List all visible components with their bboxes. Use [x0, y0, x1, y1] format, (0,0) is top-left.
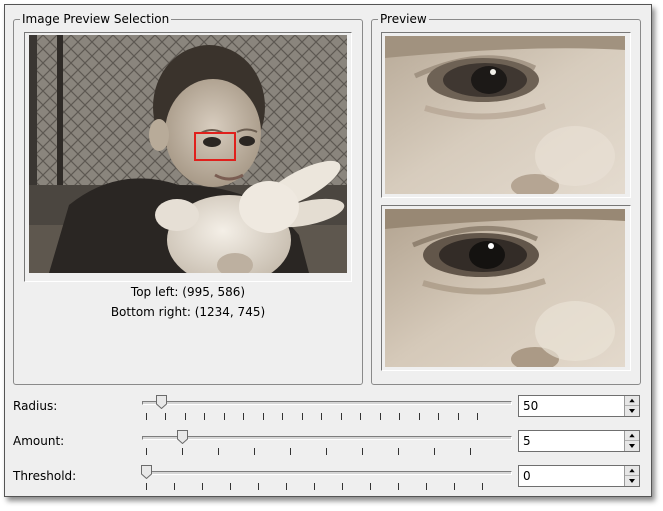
- amount-decrement-arrow-icon[interactable]: [625, 441, 639, 451]
- threshold-value[interactable]: 0: [523, 469, 531, 483]
- radius-label: Radius:: [13, 399, 58, 413]
- amount-increment-arrow-icon[interactable]: [625, 431, 639, 441]
- radius-slider[interactable]: [142, 401, 512, 405]
- threshold-slider[interactable]: [142, 471, 512, 475]
- radius-spinbox[interactable]: 50: [518, 395, 640, 417]
- amount-slider[interactable]: [142, 436, 512, 440]
- threshold-label: Threshold:: [13, 469, 77, 483]
- sharpened-preview-image: [385, 209, 625, 367]
- amount-value[interactable]: 5: [523, 434, 531, 448]
- threshold-slider-thumb[interactable]: [141, 465, 152, 479]
- amount-spinbox[interactable]: 5: [518, 430, 640, 452]
- amount-slider-ticks: [146, 448, 471, 455]
- amount-spin-buttons: [624, 431, 639, 451]
- amount-slider-thumb[interactable]: [177, 430, 188, 444]
- selection-top-left: Top left: (995, 586): [130, 285, 246, 299]
- threshold-slider-ticks: [146, 483, 483, 490]
- threshold-decrement-arrow-icon[interactable]: [625, 476, 639, 486]
- threshold-spinbox[interactable]: 0: [518, 465, 640, 487]
- preview-group-title: Preview: [380, 12, 427, 26]
- original-preview-image: [385, 36, 625, 194]
- threshold-increment-arrow-icon[interactable]: [625, 466, 639, 476]
- sharpen-dialog-window: Image Preview Selection Preview Top left…: [4, 4, 652, 497]
- selection-group-title: Image Preview Selection: [22, 12, 170, 26]
- radius-slider-thumb[interactable]: [156, 395, 167, 409]
- radius-spin-buttons: [624, 396, 639, 416]
- threshold-spin-buttons: [624, 466, 639, 486]
- radius-decrement-arrow-icon[interactable]: [625, 406, 639, 416]
- radius-increment-arrow-icon[interactable]: [625, 396, 639, 406]
- radius-slider-ticks: [146, 413, 478, 420]
- radius-value[interactable]: 50: [523, 399, 538, 413]
- amount-label: Amount:: [13, 434, 65, 448]
- selection-bottom-right: Bottom right: (1234, 745): [110, 305, 266, 319]
- source-image-thumbnail[interactable]: [29, 35, 347, 273]
